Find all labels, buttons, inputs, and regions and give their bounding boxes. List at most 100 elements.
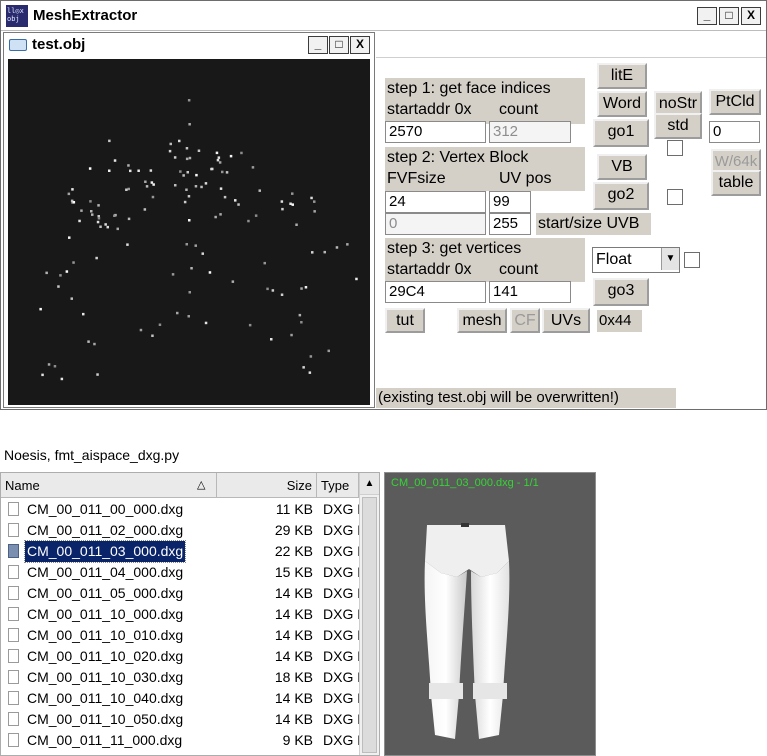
- vb-button[interactable]: VB: [597, 154, 647, 180]
- point-cloud-point: [78, 219, 81, 223]
- tut-button[interactable]: tut: [385, 308, 425, 333]
- point-cloud-point: [211, 167, 214, 171]
- file-size: 14 KB: [274, 711, 313, 727]
- child-window-title: test.obj: [32, 36, 86, 53]
- file-row[interactable]: CM_00_011_10_020.dxg 14 KB DXG F: [1, 646, 359, 667]
- step1-block: step 1: get face indices startaddr 0x co…: [385, 78, 585, 124]
- step3-count-label: count: [499, 261, 539, 278]
- point-cloud-point: [263, 261, 266, 265]
- file-type: DXG F: [323, 585, 359, 601]
- step1-count-input[interactable]: 312: [489, 121, 571, 143]
- point-cloud-point: [104, 223, 107, 226]
- point-cloud-point: [176, 311, 179, 315]
- point-cloud-point: [129, 169, 132, 173]
- maximize-button[interactable]: □: [719, 7, 739, 25]
- step3-startaddr-input[interactable]: 29C4: [385, 281, 486, 303]
- sort-ascending-icon: △: [197, 479, 206, 491]
- scroll-thumb[interactable]: [362, 497, 377, 753]
- file-type: DXG F: [323, 732, 359, 748]
- file-row[interactable]: CM_00_011_02_000.dxg 29 KB DXG F: [1, 520, 359, 541]
- dropdown-arrow-icon[interactable]: ▼: [661, 248, 679, 270]
- point-cloud-point: [173, 156, 177, 159]
- file-row[interactable]: CM_00_011_03_000.dxg 22 KB DXG F: [1, 540, 359, 563]
- word-button[interactable]: Word: [597, 91, 647, 117]
- point-cloud-viewport[interactable]: [8, 59, 370, 405]
- file-row[interactable]: CM_00_011_04_000.dxg 15 KB DXG F: [1, 562, 359, 583]
- column-header-type[interactable]: Type: [317, 473, 359, 498]
- step1-label: step 1: get face indices: [387, 80, 551, 97]
- std-checkbox[interactable]: [667, 140, 683, 156]
- file-name: CM_00_011_05_000.dxg: [27, 585, 184, 601]
- point-cloud-point: [126, 243, 129, 246]
- file-rows: CM_00_011_00_000.dxg11 KBDXG FCM_00_011_…: [1, 499, 359, 755]
- format-select[interactable]: Float ▼: [592, 247, 680, 273]
- file-row[interactable]: CM_00_011_10_000.dxg 14 KB DXG F: [1, 604, 359, 625]
- caption-text: Noesis, fmt_aispace_dxg.py: [4, 447, 180, 463]
- file-row[interactable]: CM_00_011_10_050.dxg 14 KB DXG F: [1, 709, 359, 730]
- scroll-up-icon[interactable]: ▲: [360, 473, 379, 495]
- point-cloud-point: [229, 154, 233, 158]
- point-cloud-point: [186, 171, 189, 174]
- format-checkbox[interactable]: [684, 252, 700, 268]
- point-cloud-point: [240, 151, 243, 155]
- point-cloud-point: [219, 213, 222, 216]
- point-cloud-point: [179, 170, 182, 173]
- point-cloud-point: [185, 188, 188, 191]
- file-row[interactable]: CM_00_011_10_040.dxg 14 KB DXG F: [1, 688, 359, 709]
- point-cloud-point: [45, 271, 48, 275]
- child-minimize-button[interactable]: _: [308, 36, 328, 54]
- file-type: DXG F: [323, 564, 359, 580]
- child-close-button[interactable]: X: [350, 36, 370, 54]
- table-button[interactable]: table: [711, 170, 761, 196]
- file-row[interactable]: CM_00_011_00_000.dxg 11 KB DXG F: [1, 499, 359, 520]
- file-row[interactable]: CM_00_011_10_010.dxg 14 KB DXG F: [1, 625, 359, 646]
- go2-checkbox[interactable]: [667, 189, 683, 205]
- main-titlebar[interactable]: ll◎x obj MeshExtractor _ □ X: [1, 1, 766, 31]
- go3-button[interactable]: go3: [593, 278, 649, 306]
- minimize-button[interactable]: _: [697, 7, 717, 25]
- point-cloud-point: [289, 202, 292, 205]
- uvpos-input[interactable]: 99: [489, 191, 531, 213]
- file-type: DXG F: [323, 711, 359, 727]
- model-preview[interactable]: CM_00_011_03_000.dxg - 1/1: [384, 472, 596, 756]
- step3-count-input[interactable]: 141: [489, 281, 571, 303]
- uvs-button[interactable]: UVs: [542, 308, 590, 333]
- point-cloud-point: [219, 187, 223, 190]
- child-titlebar[interactable]: test.obj _ □ X: [4, 33, 374, 57]
- status-message: (existing test.obj will be overwritten!): [376, 388, 676, 408]
- file-row[interactable]: CM_00_011_05_000.dxg 14 KB DXG F: [1, 583, 359, 604]
- column-header-size[interactable]: Size: [217, 473, 317, 498]
- lite-button[interactable]: litE: [597, 63, 647, 89]
- std-button[interactable]: std: [654, 113, 702, 139]
- file-type: DXG F: [323, 690, 359, 706]
- file-type: DXG F: [323, 627, 359, 643]
- point-cloud-point: [108, 139, 111, 143]
- point-cloud-point: [271, 289, 275, 292]
- file-row[interactable]: CM_00_011_10_030.dxg 18 KB DXG F: [1, 667, 359, 688]
- point-cloud-point: [346, 243, 349, 246]
- file-size: 9 KB: [282, 732, 313, 748]
- fvfsize-input[interactable]: 24: [385, 191, 486, 213]
- point-cloud-point: [270, 338, 273, 341]
- ptcld-value-input[interactable]: 0: [709, 121, 760, 143]
- file-row[interactable]: CM_00_011_11_000.dxg 9 KB DXG F: [1, 730, 359, 751]
- vertical-scrollbar[interactable]: ▲: [359, 473, 379, 755]
- file-name: CM_00_011_04_000.dxg: [27, 564, 184, 580]
- step1-startaddr-input[interactable]: 2570: [385, 121, 486, 143]
- cf-button[interactable]: CF: [510, 308, 540, 333]
- go1-button[interactable]: go1: [593, 119, 649, 147]
- point-cloud-point: [308, 371, 312, 374]
- uvb-start-input[interactable]: 0: [385, 213, 486, 235]
- ptcld-button[interactable]: PtCld: [709, 89, 761, 115]
- mesh-button[interactable]: mesh: [457, 308, 507, 333]
- point-cloud-point: [67, 192, 71, 196]
- child-maximize-button[interactable]: □: [329, 36, 349, 54]
- close-button[interactable]: X: [741, 7, 761, 25]
- go2-button[interactable]: go2: [593, 182, 649, 210]
- point-cloud-point: [237, 203, 240, 206]
- point-cloud-point: [151, 334, 154, 337]
- uvb-size-input[interactable]: 255: [489, 213, 531, 235]
- file-type: DXG F: [323, 522, 359, 538]
- column-header-name[interactable]: Name △: [1, 473, 217, 498]
- point-cloud-point: [248, 323, 252, 327]
